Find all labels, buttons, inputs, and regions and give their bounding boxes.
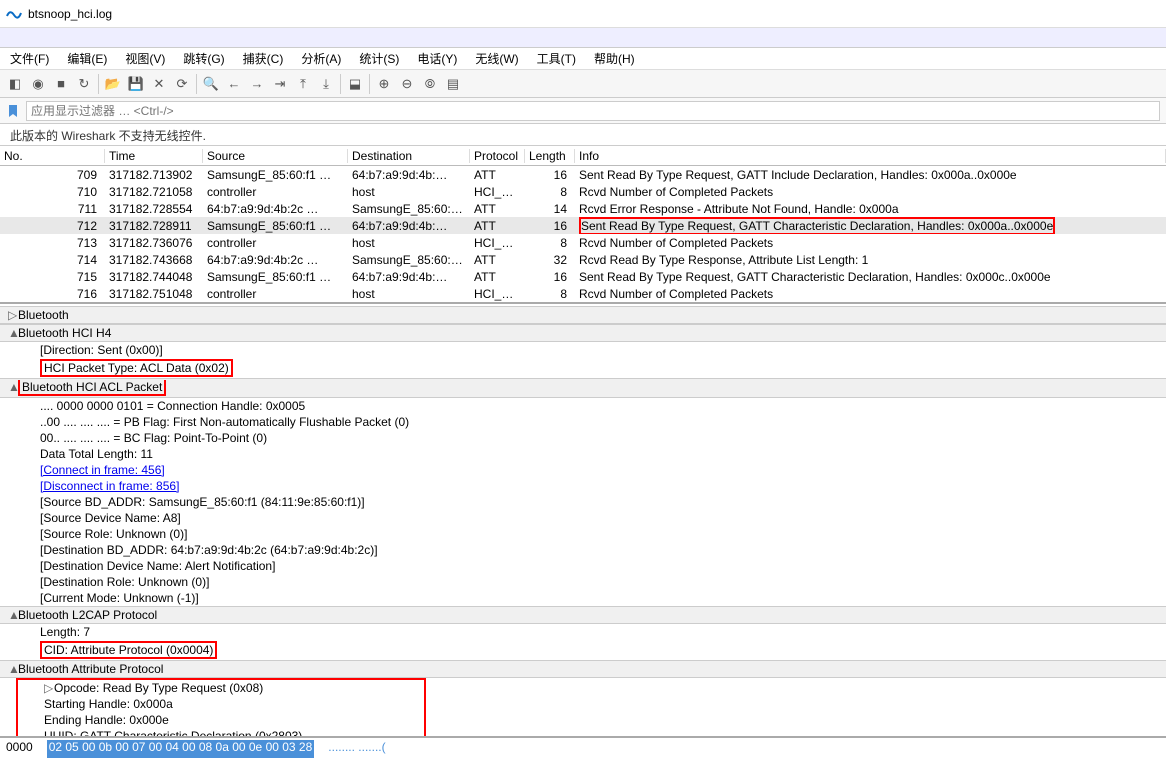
tree-connect-frame[interactable]: [Connect in frame: 456] (0, 462, 1166, 478)
start-capture-icon[interactable]: ◉ (27, 73, 49, 95)
title-bar: btsnoop_hci.log (0, 0, 1166, 28)
resize-cols-icon[interactable]: ▤ (442, 73, 464, 95)
packet-row[interactable]: 713317182.736076controllerhostHCI_EVT8Rc… (0, 234, 1166, 251)
tree-dst-bdaddr[interactable]: [Destination BD_ADDR: 64:b7:a9:9d:4b:2c … (0, 542, 1166, 558)
hex-ascii: ........ .......( (328, 740, 385, 758)
tree-conn-handle[interactable]: .... 0000 0000 0101 = Connection Handle:… (0, 398, 1166, 414)
tree-att-highlight-box: ▷Opcode: Read By Type Request (0x08) Sta… (16, 678, 426, 738)
menu-item[interactable]: 跳转(G) (177, 48, 230, 69)
tree-src-role[interactable]: [Source Role: Unknown (0)] (0, 526, 1166, 542)
separator (369, 74, 370, 94)
column-header[interactable]: Protocol (470, 149, 525, 163)
zoom-in-icon[interactable]: ⊕ (373, 73, 395, 95)
tree-l2cap-cid[interactable]: CID: Attribute Protocol (0x0004) (0, 640, 1166, 660)
go-packet-icon[interactable]: ⇥ (269, 73, 291, 95)
go-prev-icon[interactable]: ← (223, 73, 245, 95)
column-header[interactable]: No. (0, 149, 105, 163)
restart-capture-icon[interactable]: ↻ (73, 73, 95, 95)
reload-icon[interactable]: ⟳ (171, 73, 193, 95)
packet-list-pane[interactable]: No.TimeSourceDestinationProtocolLengthIn… (0, 146, 1166, 304)
tree-att-start-handle[interactable]: Starting Handle: 0x000a (20, 696, 422, 712)
packet-row[interactable]: 710317182.721058controllerhostHCI_EVT8Rc… (0, 183, 1166, 200)
tree-bc-flag[interactable]: 00.. .... .... .... = BC Flag: Point-To-… (0, 430, 1166, 446)
tree-data-length[interactable]: Data Total Length: 11 (0, 446, 1166, 462)
bookmark-icon[interactable] (6, 104, 20, 118)
tree-src-bdaddr[interactable]: [Source BD_ADDR: SamsungE_85:60:f1 (84:1… (0, 494, 1166, 510)
stop-capture-icon[interactable]: ■ (50, 73, 72, 95)
menu-item[interactable]: 工具(T) (531, 48, 582, 69)
column-header[interactable]: Destination (348, 149, 470, 163)
column-header[interactable]: Time (105, 149, 203, 163)
menu-item[interactable]: 帮助(H) (588, 48, 641, 69)
menu-item[interactable]: 分析(A) (295, 48, 347, 69)
column-header[interactable]: Info (575, 149, 1166, 163)
go-next-icon[interactable]: → (246, 73, 268, 95)
tree-att-opcode[interactable]: ▷Opcode: Read By Type Request (0x08) (20, 680, 422, 696)
menu-item[interactable]: 文件(F) (4, 48, 55, 69)
find-icon[interactable]: 🔍 (200, 73, 222, 95)
menu-item[interactable]: 无线(W) (469, 48, 524, 69)
packet-row[interactable]: 716317182.751048controllerhostHCI_EVT8Rc… (0, 285, 1166, 302)
auto-scroll-icon[interactable]: ⬓ (344, 73, 366, 95)
packet-details-pane[interactable]: ▷Bluetooth ▲Bluetooth HCI H4 [Direction:… (0, 304, 1166, 738)
save-file-icon[interactable]: 💾 (125, 73, 147, 95)
go-first-icon[interactable]: ⤒ (292, 73, 314, 95)
close-file-icon[interactable]: ✕ (148, 73, 170, 95)
menu-item[interactable]: 捕获(C) (237, 48, 290, 69)
column-header[interactable]: Length (525, 149, 575, 163)
tree-disconnect-frame[interactable]: [Disconnect in frame: 856] (0, 478, 1166, 494)
tree-hci-packet-type[interactable]: HCI Packet Type: ACL Data (0x02) (0, 358, 1166, 378)
open-file-icon[interactable]: 📂 (102, 73, 124, 95)
separator (196, 74, 197, 94)
interfaces-icon[interactable]: ◧ (4, 73, 26, 95)
packet-bytes-pane[interactable]: 0000 02 05 00 0b 00 07 00 04 00 08 0a 00… (0, 738, 1166, 760)
wireshark-logo-icon (6, 6, 22, 22)
hex-offset: 0000 (6, 740, 33, 758)
tree-src-name[interactable]: [Source Device Name: A8] (0, 510, 1166, 526)
tree-l2cap[interactable]: ▲Bluetooth L2CAP Protocol (0, 606, 1166, 624)
tree-att-uuid[interactable]: UUID: GATT Characteristic Declaration (0… (20, 728, 422, 738)
tree-dst-name[interactable]: [Destination Device Name: Alert Notifica… (0, 558, 1166, 574)
menu-item[interactable]: 编辑(E) (61, 48, 113, 69)
packet-row[interactable]: 714317182.74366864:b7:a9:9d:4b:2c …Samsu… (0, 251, 1166, 268)
menu-item[interactable]: 视图(V) (119, 48, 171, 69)
zoom-reset-icon[interactable]: ⦾ (419, 73, 441, 95)
hex-bytes[interactable]: 02 05 00 0b 00 07 00 04 00 08 0a 00 0e 0… (47, 740, 315, 758)
tree-direction[interactable]: [Direction: Sent (0x00)] (0, 342, 1166, 358)
column-header[interactable]: Source (203, 149, 348, 163)
background-tabs-area (0, 28, 1166, 48)
packet-row[interactable]: 712317182.728911SamsungE_85:60:f1 …64:b7… (0, 217, 1166, 234)
display-filter-input[interactable] (26, 101, 1160, 121)
menu-item[interactable]: 统计(S) (353, 48, 405, 69)
wireless-warning: 此版本的 Wireshark 不支持无线控件. (0, 124, 1166, 146)
tree-bluetooth[interactable]: ▷Bluetooth (0, 306, 1166, 324)
menu-bar[interactable]: 文件(F) 编辑(E) 视图(V) 跳转(G) 捕获(C)分析(A) 统计(S) 电话(Y)… (0, 48, 1166, 70)
zoom-out-icon[interactable]: ⊖ (396, 73, 418, 95)
tree-l2cap-length[interactable]: Length: 7 (0, 624, 1166, 640)
packet-row[interactable]: 711317182.72855464:b7:a9:9d:4b:2c …Samsu… (0, 200, 1166, 217)
tree-att-end-handle[interactable]: Ending Handle: 0x000e (20, 712, 422, 728)
packet-list-header[interactable]: No.TimeSourceDestinationProtocolLengthIn… (0, 146, 1166, 166)
display-filter-bar[interactable] (0, 98, 1166, 124)
tree-pb-flag[interactable]: ..00 .... .... .... = PB Flag: First Non… (0, 414, 1166, 430)
tree-dst-role[interactable]: [Destination Role: Unknown (0)] (0, 574, 1166, 590)
separator (340, 74, 341, 94)
window-title: btsnoop_hci.log (28, 7, 112, 21)
go-last-icon[interactable]: ⤓ (315, 73, 337, 95)
bottom-gap (0, 760, 1166, 770)
tree-hci-h4[interactable]: ▲Bluetooth HCI H4 (0, 324, 1166, 342)
packet-row[interactable]: 709317182.713902SamsungE_85:60:f1 …64:b7… (0, 166, 1166, 183)
tree-att[interactable]: ▲Bluetooth Attribute Protocol (0, 660, 1166, 678)
packet-row[interactable]: 715317182.744048SamsungE_85:60:f1 …64:b7… (0, 268, 1166, 285)
separator (98, 74, 99, 94)
tree-acl-packet[interactable]: ▲Bluetooth HCI ACL Packet (0, 378, 1166, 398)
toolbar[interactable]: ◧ ◉ ■ ↻ 📂 💾 ✕ ⟳ 🔍 ← → ⇥ ⤒ ⤓ ⬓ ⊕ ⊖ ⦾ ▤ (0, 70, 1166, 98)
menu-item[interactable]: 电话(Y) (411, 48, 463, 69)
tree-current-mode[interactable]: [Current Mode: Unknown (-1)] (0, 590, 1166, 606)
